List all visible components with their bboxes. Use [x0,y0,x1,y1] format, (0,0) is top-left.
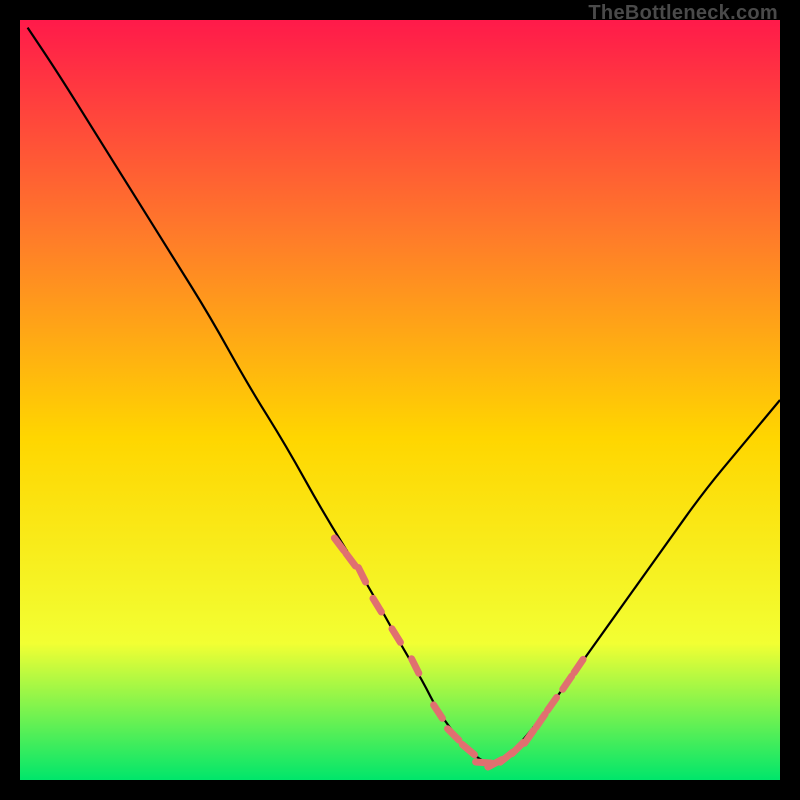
watermark-text: TheBottleneck.com [588,2,778,25]
bottleneck-chart [20,20,780,780]
chart-background [20,20,780,780]
chart-frame [20,20,780,780]
